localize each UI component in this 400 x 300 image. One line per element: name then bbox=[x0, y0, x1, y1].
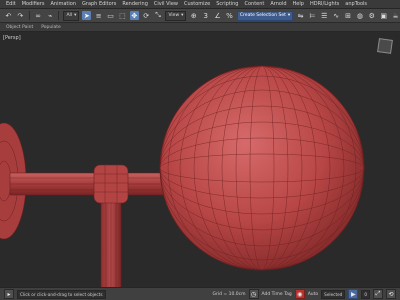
maxscript-listener-icon[interactable]: ▸ bbox=[4, 289, 14, 299]
main-toolbar: ↶ ↷ ∞ ⌁ All ▾ ➤ ≡ ▭ ⬚ ✥ ⟳ ⤡ View ▾ ⊕ 3 ∠… bbox=[0, 9, 400, 23]
menu-item-rendering[interactable]: Rendering bbox=[122, 0, 148, 9]
window-crossing-icon[interactable]: ⬚ bbox=[118, 11, 127, 20]
menu-item-help[interactable]: Help bbox=[293, 0, 304, 9]
reference-coordinate-dropdown[interactable]: View ▾ bbox=[165, 10, 187, 21]
zoom-extents-icon[interactable]: ⤢ bbox=[373, 289, 383, 299]
add-time-tag-label[interactable]: Add Time Tag bbox=[262, 292, 292, 297]
menu-bar: Edit Modifiers Animation Graph Editors Rende… bbox=[0, 0, 400, 9]
ribbon-tabs: Object Paint Populate bbox=[0, 23, 400, 32]
menu-item-content[interactable]: Content bbox=[244, 0, 264, 9]
mirror-icon[interactable]: ⇋ bbox=[296, 11, 305, 20]
chevron-down-icon: ▾ bbox=[74, 12, 77, 18]
play-icon[interactable]: ▶ bbox=[348, 289, 359, 299]
move-icon[interactable]: ✥ bbox=[129, 11, 139, 20]
sphere-mesh bbox=[159, 65, 365, 271]
menu-item-modifiers[interactable]: Modifiers bbox=[22, 0, 45, 9]
redo-icon[interactable]: ↷ bbox=[16, 11, 25, 20]
snap-icon[interactable]: 3 bbox=[201, 11, 210, 20]
schematic-icon[interactable]: ⊞ bbox=[344, 11, 353, 20]
viewcube-icon[interactable] bbox=[377, 38, 393, 54]
selection-filter-dropdown[interactable]: All ▾ bbox=[63, 10, 80, 21]
menu-item-customize[interactable]: Customize bbox=[184, 0, 210, 9]
status-prompt: Click or click-and-drag to select object… bbox=[17, 289, 106, 299]
reference-coordinate-value: View bbox=[168, 12, 180, 18]
toolbar-separator bbox=[28, 11, 30, 20]
menu-item-hdri-lights[interactable]: HDRI/Lights bbox=[310, 0, 339, 9]
menu-item-scripting[interactable]: Scripting bbox=[216, 0, 238, 9]
orbit-icon[interactable]: ⟲ bbox=[386, 289, 396, 299]
menu-item-anptools[interactable]: anpTools bbox=[345, 0, 367, 9]
undo-icon[interactable]: ↶ bbox=[4, 11, 13, 20]
grid-size-readout: Grid = 10.0cm bbox=[212, 291, 246, 297]
angle-snap-icon[interactable]: ∠ bbox=[213, 11, 222, 20]
chevron-down-icon: ▾ bbox=[181, 12, 184, 18]
selection-filter-value: All bbox=[66, 12, 73, 18]
tab-object-paint[interactable]: Object Paint bbox=[6, 25, 33, 30]
material-editor-icon[interactable]: ◍ bbox=[356, 11, 365, 20]
render-frame-icon[interactable]: ▣ bbox=[379, 11, 388, 20]
auto-key-button[interactable]: ◉ bbox=[294, 289, 305, 299]
render-icon[interactable]: ☕ bbox=[391, 11, 400, 20]
menu-item-civil-view[interactable]: Civil View bbox=[154, 0, 178, 9]
rect-select-icon[interactable]: ▭ bbox=[106, 11, 115, 20]
key-filter-dropdown[interactable]: Selected bbox=[321, 289, 346, 299]
rotate-icon[interactable]: ⟳ bbox=[142, 11, 151, 20]
align-icon[interactable]: ⊨ bbox=[308, 11, 317, 20]
perspective-viewport[interactable]: Persp bbox=[0, 33, 400, 287]
current-frame-field[interactable]: 0 bbox=[361, 289, 370, 299]
menu-item-arnold[interactable]: Arnold bbox=[270, 0, 286, 9]
toolbar-separator bbox=[58, 11, 60, 20]
selection-set-value: Create Selection Set bbox=[239, 12, 286, 18]
auto-key-label[interactable]: Auto bbox=[308, 292, 318, 297]
status-bar: ▸ Click or click-and-drag to select obje… bbox=[0, 287, 400, 300]
time-tag-icon[interactable]: ◷ bbox=[248, 289, 259, 299]
tab-populate[interactable]: Populate bbox=[41, 25, 61, 30]
t-joint-mesh bbox=[93, 164, 129, 204]
unlink-icon[interactable]: ⌁ bbox=[46, 11, 55, 20]
select-by-name-icon[interactable]: ≡ bbox=[94, 11, 103, 20]
menu-item-edit[interactable]: Edit bbox=[6, 0, 16, 9]
menu-item-graph-editors[interactable]: Graph Editors bbox=[82, 0, 116, 9]
horizontal-arm-mesh bbox=[9, 172, 171, 196]
chevron-down-icon: ▾ bbox=[287, 12, 291, 18]
layer-icon[interactable]: ☰ bbox=[320, 11, 329, 20]
create-selection-set-dropdown[interactable]: Create Selection Set ▾ bbox=[236, 10, 294, 21]
pivot-icon[interactable]: ⊕ bbox=[189, 11, 198, 20]
percent-snap-icon[interactable]: % bbox=[225, 11, 234, 20]
viewport-label[interactable]: Persp bbox=[3, 35, 21, 41]
render-setup-icon[interactable]: ⚙ bbox=[367, 11, 376, 20]
vertical-post-mesh bbox=[100, 192, 122, 287]
link-icon[interactable]: ∞ bbox=[34, 11, 43, 20]
select-icon[interactable]: ➤ bbox=[82, 11, 92, 20]
menu-item-animation[interactable]: Animation bbox=[51, 0, 77, 9]
scale-icon[interactable]: ⤡ bbox=[154, 11, 163, 20]
curve-editor-icon[interactable]: ∿ bbox=[332, 11, 341, 20]
scene-render bbox=[0, 65, 365, 287]
